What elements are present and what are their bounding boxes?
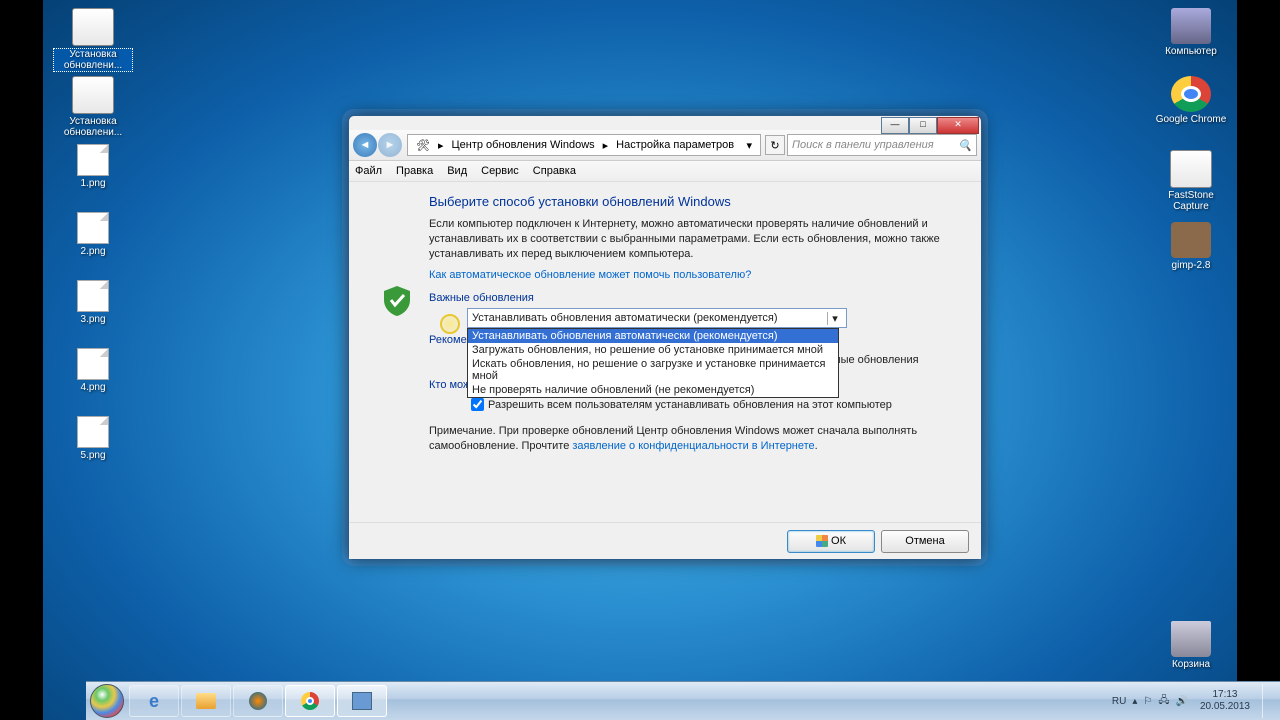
taskbar: e RU ▴ ⚐ 🖧 🔊 17:1320.05.2013 (86, 681, 1280, 720)
description-text: Если компьютер подключен к Интернету, мо… (429, 217, 953, 262)
minimize-button[interactable]: — (881, 117, 909, 134)
cursor-indicator (440, 314, 460, 334)
desktop-icon-faststone[interactable]: FastStone Capture (1151, 150, 1231, 212)
tray-lang[interactable]: RU (1112, 696, 1126, 707)
gimp-icon (1171, 222, 1211, 258)
tray-volume-icon[interactable]: 🔊 (1175, 696, 1187, 707)
desktop-icon-4png[interactable]: 4.png (53, 348, 133, 393)
cancel-button[interactable]: Отмена (881, 530, 969, 553)
privacy-link[interactable]: заявление о конфиденциальности в Интерне… (572, 440, 814, 452)
button-row: ОК Отмена (349, 522, 981, 559)
windows-update-settings-window: — □ ✕ ◄ ► 🛠▸ Центр обновления Windows▸ Н… (348, 115, 982, 560)
desktop-icon-chrome[interactable]: Google Chrome (1151, 76, 1231, 125)
control-panel-icon (352, 692, 372, 710)
refresh-icon: ↻ (770, 139, 779, 152)
menu-bar: Файл Правка Вид Сервис Справка (349, 161, 981, 182)
desktop-icon-5png[interactable]: 5.png (53, 416, 133, 461)
desktop-icon-3png[interactable]: 3.png (53, 280, 133, 325)
menu-view[interactable]: Вид (447, 165, 467, 177)
taskbar-explorer[interactable] (181, 685, 231, 717)
folder-icon (196, 693, 216, 709)
option-download-only[interactable]: Загружать обновления, но решение об уста… (468, 343, 838, 357)
breadcrumb[interactable]: 🛠▸ Центр обновления Windows▸ Настройка п… (407, 134, 761, 156)
desktop-icon-2png[interactable]: 2.png (53, 212, 133, 257)
update-mode-dropdown: Устанавливать обновления автоматически (… (467, 328, 839, 398)
chrome-icon (301, 692, 319, 710)
tray-flag-icon[interactable]: ⚐ (1143, 696, 1152, 707)
shield-icon (384, 286, 410, 316)
start-button[interactable] (86, 682, 128, 720)
trash-icon (1171, 621, 1211, 657)
maximize-button[interactable]: □ (909, 117, 937, 134)
desktop-icon-1png[interactable]: 1.png (53, 144, 133, 189)
search-icon: 🔍 (958, 139, 972, 152)
desktop-icon-trash[interactable]: Корзина (1151, 621, 1231, 670)
menu-edit[interactable]: Правка (396, 165, 433, 177)
menu-file[interactable]: Файл (355, 165, 382, 177)
tray-clock[interactable]: 17:1320.05.2013 (1194, 689, 1256, 713)
desktop-icon-gimp[interactable]: gimp-2.8 (1151, 222, 1231, 271)
ok-button[interactable]: ОК (787, 530, 875, 553)
taskbar-wmp[interactable] (233, 685, 283, 717)
update-mode-combobox[interactable]: Устанавливать обновления автоматически (… (467, 308, 847, 328)
nav-bar: ◄ ► 🛠▸ Центр обновления Windows▸ Настрой… (349, 130, 981, 161)
taskbar-control-panel[interactable] (337, 685, 387, 717)
desktop-icon-computer[interactable]: Компьютер (1151, 8, 1231, 57)
control-panel-icon: 🛠 (412, 139, 434, 152)
refresh-button[interactable]: ↻ (765, 135, 785, 155)
chrome-icon (1171, 76, 1211, 112)
section-important-updates: Важные обновления (429, 292, 953, 304)
option-never-check[interactable]: Не проверять наличие обновлений (не реко… (468, 383, 838, 397)
taskbar-chrome[interactable] (285, 685, 335, 717)
option-check-only[interactable]: Искать обновления, но решение о загрузке… (468, 357, 838, 383)
menu-tools[interactable]: Сервис (481, 165, 519, 177)
computer-icon (1171, 8, 1211, 44)
wmp-icon (249, 692, 267, 710)
back-button[interactable]: ◄ (353, 133, 377, 157)
privacy-note: Примечание. При проверке обновлений Цент… (429, 424, 953, 454)
taskbar-ie[interactable]: e (129, 685, 179, 717)
desktop-icon-install-updates-2[interactable]: Установка обновлени... (53, 76, 133, 138)
tray-show-hidden-icon[interactable]: ▴ (1132, 696, 1137, 707)
option-auto-install[interactable]: Устанавливать обновления автоматически (… (468, 329, 838, 343)
close-button[interactable]: ✕ (937, 117, 979, 134)
desktop-icon-install-updates-1[interactable]: Установка обновлени... (53, 8, 133, 72)
titlebar[interactable]: — □ ✕ (349, 116, 981, 130)
faststone-icon (1170, 150, 1212, 188)
page-heading: Выберите способ установки обновлений Win… (429, 194, 953, 209)
shield-small-icon (816, 535, 828, 547)
ie-icon: e (149, 691, 159, 712)
tray-network-icon[interactable]: 🖧 (1158, 693, 1169, 710)
menu-help[interactable]: Справка (533, 165, 576, 177)
content-area: Выберите способ установки обновлений Win… (349, 182, 981, 526)
desktop[interactable]: Установка обновлени... Установка обновле… (43, 0, 1237, 720)
chevron-down-icon: ▾ (827, 312, 842, 325)
windows-orb-icon (90, 684, 124, 718)
show-desktop-button[interactable] (1262, 684, 1273, 718)
system-tray: RU ▴ ⚐ 🖧 🔊 17:1320.05.2013 (1105, 682, 1280, 720)
forward-button[interactable]: ► (378, 133, 402, 157)
search-input[interactable]: Поиск в панели управления🔍 (787, 134, 977, 156)
help-link[interactable]: Как автоматическое обновление может помо… (429, 269, 751, 281)
